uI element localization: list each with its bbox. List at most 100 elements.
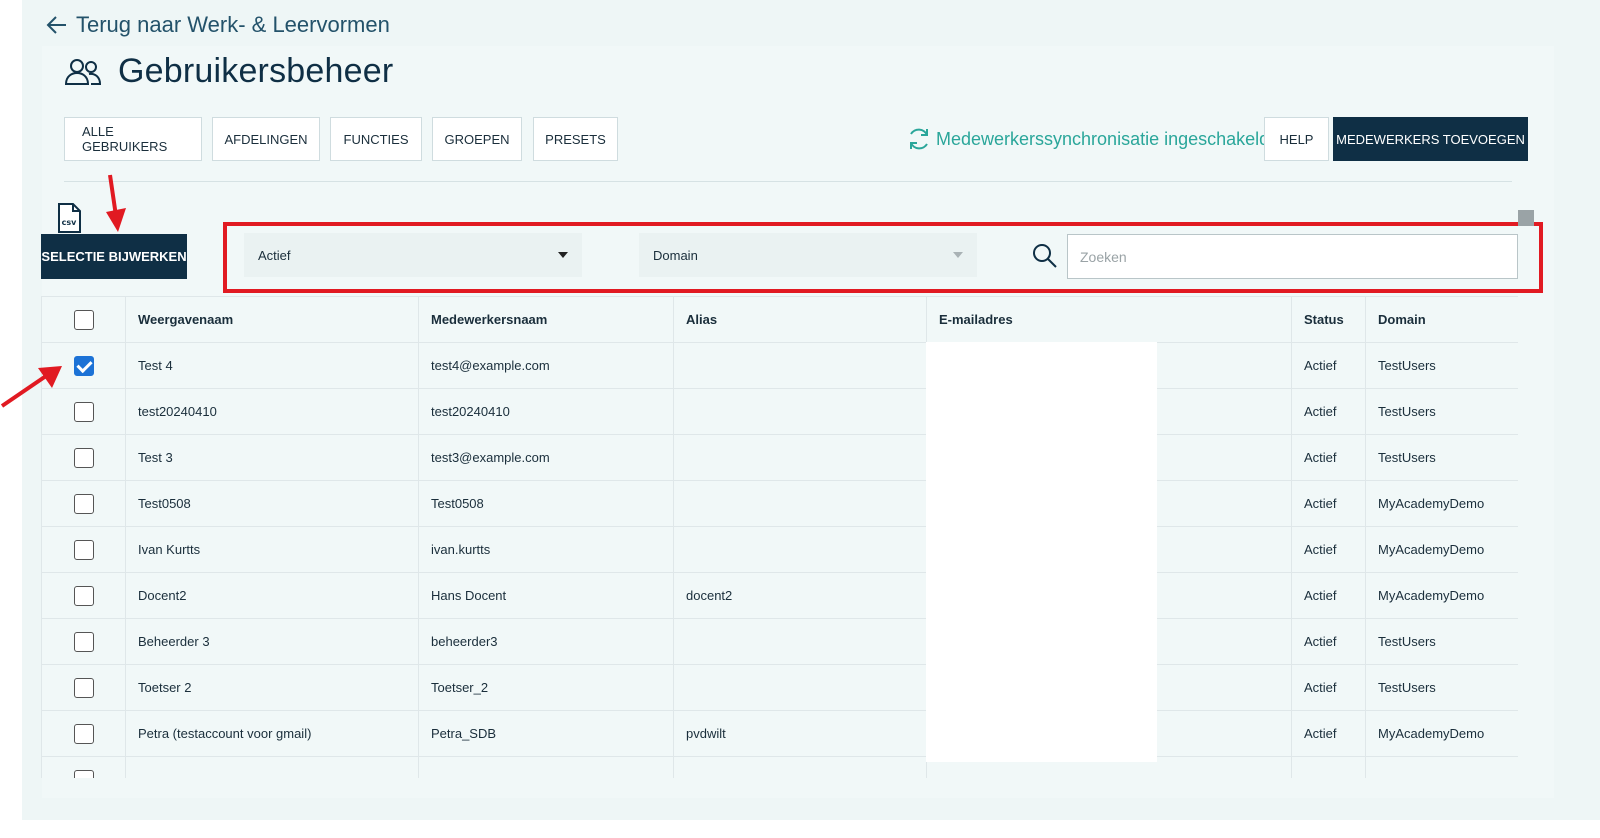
column-header[interactable]: Weergavenaam xyxy=(125,296,419,343)
domain-cell: MyAcademyDemo xyxy=(1365,480,1518,527)
display-name-cell: Toetser 2 xyxy=(125,664,419,711)
page-header: Gebruikersbeheer xyxy=(64,52,393,91)
row-checkbox[interactable] xyxy=(73,631,94,652)
row-checkbox[interactable] xyxy=(73,447,94,468)
row-select-cell xyxy=(41,434,126,481)
annotation-arrow-right-icon xyxy=(0,366,62,408)
redacted-email-area xyxy=(926,342,1157,762)
status-cell: Actief xyxy=(1291,526,1366,573)
tab-afdelingen[interactable]: AFDELINGEN xyxy=(212,117,320,161)
row-checkbox[interactable] xyxy=(73,493,94,514)
row-checkbox[interactable] xyxy=(73,355,94,376)
row-select-cell xyxy=(41,664,126,711)
row-select-cell xyxy=(41,618,126,665)
row-checkbox[interactable] xyxy=(73,539,94,560)
status-cell: Actief xyxy=(1291,342,1366,389)
display-name-cell: Test0508 xyxy=(125,480,419,527)
status-cell: Actief xyxy=(1291,664,1366,711)
table-row[interactable]: Beheerder 3 beheerder3 Actief TestUsers xyxy=(41,618,1518,665)
employee-name-cell: Test0508 xyxy=(418,480,674,527)
domain-cell: TestUsers xyxy=(1365,342,1518,389)
status-cell: Actief xyxy=(1291,480,1366,527)
row-checkbox[interactable] xyxy=(73,585,94,606)
table-row[interactable]: Test 3 test3@example.com Actief TestUsers xyxy=(41,434,1518,481)
display-name-cell: Beheerder 3 xyxy=(125,618,419,665)
display-name-cell: Petra (testaccount voor gmail) xyxy=(125,710,419,757)
alias-cell: pvdwilt xyxy=(673,710,927,757)
svg-text:csv: csv xyxy=(62,218,78,227)
domain-cell: TestUsers xyxy=(1365,664,1518,711)
select-all-cell xyxy=(41,296,126,343)
row-select-cell xyxy=(41,572,126,619)
status-cell: Actief xyxy=(1291,710,1366,757)
status-cell: Actief xyxy=(1291,388,1366,435)
sync-status: Medewerkerssynchronisatie ingeschakeld xyxy=(906,122,1269,156)
back-link[interactable]: Terug naar Werk- & Leervormen xyxy=(46,10,390,40)
add-employees-button[interactable]: MEDEWERKERS TOEVOEGEN xyxy=(1333,117,1528,161)
table-row[interactable]: Toetser 2 Toetser_2 Actief TestUsers xyxy=(41,664,1518,711)
status-cell: Actief xyxy=(1291,434,1366,481)
table-row[interactable] xyxy=(41,756,1518,778)
annotation-arrow-down-icon xyxy=(106,174,126,232)
tab-groepen[interactable]: GROEPEN xyxy=(432,117,522,161)
row-select-cell xyxy=(41,480,126,527)
highlight-box xyxy=(223,222,1543,293)
display-name-cell: Ivan Kurtts xyxy=(125,526,419,573)
column-header[interactable]: Status xyxy=(1291,296,1366,343)
table-row[interactable]: Docent2 Hans Docent docent2 Actief MyAcademy… xyxy=(41,572,1518,619)
display-name-cell: Docent2 xyxy=(125,572,419,619)
alias-cell xyxy=(673,388,927,435)
help-button[interactable]: HELP xyxy=(1264,117,1329,161)
arrow-left-icon xyxy=(46,16,66,34)
table-row[interactable]: Test0508 Test0508 Actief MyAcademyDemo xyxy=(41,480,1518,527)
domain-cell: TestUsers xyxy=(1365,388,1518,435)
employee-name-cell: Toetser_2 xyxy=(418,664,674,711)
domain-cell: TestUsers xyxy=(1365,434,1518,481)
column-header[interactable]: E-mailadres xyxy=(926,296,1292,343)
employee-name-cell: test20240410 xyxy=(418,388,674,435)
employee-name-cell: ivan.kurtts xyxy=(418,526,674,573)
users-icon xyxy=(64,58,102,85)
column-header[interactable]: Medewerkersnaam xyxy=(418,296,674,343)
row-checkbox[interactable] xyxy=(73,723,94,744)
alias-cell xyxy=(673,342,927,389)
display-name-cell: Test 4 xyxy=(125,342,419,389)
status-cell: Actief xyxy=(1291,572,1366,619)
row-checkbox[interactable] xyxy=(73,677,94,698)
alias-cell xyxy=(673,664,927,711)
employee-name-cell: test4@example.com xyxy=(418,342,674,389)
alias-cell xyxy=(673,618,927,665)
display-name-cell: Test 3 xyxy=(125,434,419,481)
csv-export-icon[interactable]: csv xyxy=(56,203,82,238)
row-checkbox[interactable] xyxy=(73,769,94,778)
alias-cell xyxy=(673,480,927,527)
row-select-cell xyxy=(41,710,126,757)
back-link-label: Terug naar Werk- & Leervormen xyxy=(76,12,390,37)
display-name-cell: test20240410 xyxy=(125,388,419,435)
alias-cell: docent2 xyxy=(673,572,927,619)
status-cell: Actief xyxy=(1291,618,1366,665)
selectie-bijwerken-button[interactable]: SELECTIE BIJWERKEN xyxy=(41,234,187,279)
alias-cell xyxy=(673,526,927,573)
scroll-marker[interactable] xyxy=(1518,210,1534,226)
tab-functies[interactable]: FUNCTIES xyxy=(330,117,422,161)
table-header-row: Weergavenaam Medewerkersnaam Alias E-mai… xyxy=(41,296,1518,343)
table-row[interactable]: test20240410 test20240410 Actief TestUsers xyxy=(41,388,1518,435)
table-row[interactable]: Ivan Kurtts ivan.kurtts Actief MyAcademyDem… xyxy=(41,526,1518,573)
domain-cell: TestUsers xyxy=(1365,618,1518,665)
page-title: Gebruikersbeheer xyxy=(118,52,394,90)
domain-cell: MyAcademyDemo xyxy=(1365,572,1518,619)
table-row[interactable]: Petra (testaccount voor gmail) Petra_SDB p… xyxy=(41,710,1518,757)
tab-alle-gebruikers[interactable]: ALLE GEBRUIKERS xyxy=(64,117,202,161)
select-all-checkbox[interactable] xyxy=(73,309,94,330)
column-header[interactable]: Domain xyxy=(1365,296,1518,343)
alias-cell xyxy=(673,434,927,481)
column-header[interactable]: Alias xyxy=(673,296,927,343)
tab-presets[interactable]: PRESETS xyxy=(533,117,618,161)
employee-name-cell: beheerder3 xyxy=(418,618,674,665)
domain-cell: MyAcademyDemo xyxy=(1365,710,1518,757)
domain-cell: MyAcademyDemo xyxy=(1365,526,1518,573)
users-table: Weergavenaam Medewerkersnaam Alias E-mai… xyxy=(41,296,1518,778)
row-checkbox[interactable] xyxy=(73,401,94,422)
table-row[interactable]: Test 4 test4@example.com Actief TestUsers xyxy=(41,342,1518,389)
